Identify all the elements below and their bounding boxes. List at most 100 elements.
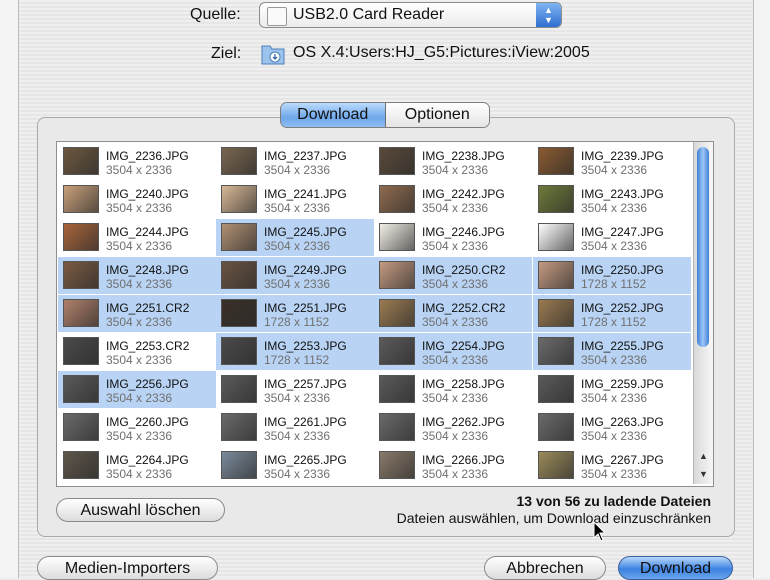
- file-thumbnail: [63, 261, 99, 289]
- file-item[interactable]: IMG_2243.JPG 3504 x 2336: [533, 181, 691, 218]
- file-name: IMG_2258.JPG: [422, 377, 505, 391]
- file-name: IMG_2236.JPG: [106, 149, 189, 163]
- file-thumbnail: [63, 223, 99, 251]
- file-name: IMG_2253.CR2: [106, 339, 190, 353]
- file-name: IMG_2239.JPG: [581, 149, 664, 163]
- file-dimensions: 3504 x 2336: [422, 163, 489, 177]
- file-item[interactable]: IMG_2242.JPG 3504 x 2336: [374, 181, 532, 218]
- file-dimensions: 1728 x 1152: [581, 277, 647, 291]
- file-thumbnail: [221, 185, 257, 213]
- file-thumbnail: [63, 299, 99, 327]
- file-item[interactable]: IMG_2248.JPG 3504 x 2336: [58, 257, 216, 294]
- file-item[interactable]: IMG_2250.CR2 3504 x 2336: [374, 257, 532, 294]
- file-item[interactable]: IMG_2258.JPG 3504 x 2336: [374, 371, 532, 408]
- download-button[interactable]: Download: [618, 556, 733, 580]
- file-count-status: 13 von 56 zu ladende Dateien: [516, 493, 711, 509]
- file-item[interactable]: IMG_2244.JPG 3504 x 2336: [58, 219, 216, 256]
- file-item[interactable]: IMG_2265.JPG 3504 x 2336: [216, 447, 374, 484]
- file-item[interactable]: IMG_2261.JPG 3504 x 2336: [216, 409, 374, 446]
- file-dimensions: 3504 x 2336: [581, 467, 648, 481]
- vertical-scrollbar[interactable]: ▲ ▼: [693, 142, 713, 484]
- file-item[interactable]: IMG_2253.JPG 1728 x 1152: [216, 333, 374, 370]
- file-dimensions: 3504 x 2336: [422, 277, 489, 291]
- file-item[interactable]: IMG_2245.JPG 3504 x 2336: [216, 219, 374, 256]
- scroll-down-arrow-icon[interactable]: ▼: [694, 466, 713, 482]
- file-dimensions: 3504 x 2336: [422, 353, 489, 367]
- tab-options[interactable]: Optionen: [385, 103, 489, 127]
- file-name: IMG_2248.JPG: [106, 263, 189, 277]
- scrollbar-thumb[interactable]: [697, 147, 709, 347]
- file-name: IMG_2238.JPG: [422, 149, 505, 163]
- file-item[interactable]: IMG_2267.JPG 3504 x 2336: [533, 447, 691, 484]
- file-name: IMG_2254.JPG: [422, 339, 505, 353]
- file-name: IMG_2252.JPG: [581, 301, 664, 315]
- file-name: IMG_2266.JPG: [422, 453, 505, 467]
- file-item[interactable]: IMG_2263.JPG 3504 x 2336: [533, 409, 691, 446]
- file-dimensions: 3504 x 2336: [422, 239, 489, 253]
- file-item[interactable]: IMG_2241.JPG 3504 x 2336: [216, 181, 374, 218]
- tab-control: Download Optionen: [280, 102, 490, 128]
- file-item[interactable]: IMG_2251.JPG 1728 x 1152: [216, 295, 374, 332]
- file-thumbnail: [379, 185, 415, 213]
- file-thumbnail: [221, 375, 257, 403]
- clear-selection-button[interactable]: Auswahl löschen: [56, 498, 225, 522]
- file-dimensions: 3504 x 2336: [264, 239, 331, 253]
- file-item[interactable]: IMG_2254.JPG 3504 x 2336: [374, 333, 532, 370]
- file-thumbnail: [63, 185, 99, 213]
- file-item[interactable]: IMG_2256.JPG 3504 x 2336: [58, 371, 216, 408]
- file-thumbnail: [379, 375, 415, 403]
- file-thumbnail: [379, 413, 415, 441]
- file-dimensions: 1728 x 1152: [264, 353, 330, 367]
- file-item[interactable]: IMG_2238.JPG 3504 x 2336: [374, 143, 532, 180]
- file-thumbnail: [63, 147, 99, 175]
- file-item[interactable]: IMG_2259.JPG 3504 x 2336: [533, 371, 691, 408]
- file-name: IMG_2260.JPG: [106, 415, 189, 429]
- file-item[interactable]: IMG_2239.JPG 3504 x 2336: [533, 143, 691, 180]
- file-item[interactable]: IMG_2236.JPG 3504 x 2336: [58, 143, 216, 180]
- tab-download[interactable]: Download: [281, 103, 386, 127]
- file-item[interactable]: IMG_2255.JPG 3504 x 2336: [533, 333, 691, 370]
- file-thumbnail: [221, 261, 257, 289]
- file-item[interactable]: IMG_2247.JPG 3504 x 2336: [533, 219, 691, 256]
- file-item[interactable]: IMG_2264.JPG 3504 x 2336: [58, 447, 216, 484]
- file-thumbnail: [538, 413, 574, 441]
- source-popup[interactable]: USB2.0 Card Reader ▲ ▼: [259, 2, 562, 28]
- file-name: IMG_2259.JPG: [581, 377, 664, 391]
- file-item[interactable]: IMG_2266.JPG 3504 x 2336: [374, 447, 532, 484]
- file-thumbnail: [538, 147, 574, 175]
- file-thumbnail: [538, 451, 574, 479]
- file-item[interactable]: IMG_2262.JPG 3504 x 2336: [374, 409, 532, 446]
- file-name: IMG_2247.JPG: [581, 225, 664, 239]
- destination-path[interactable]: OS X.4:Users:HJ_G5:Pictures:iView:2005: [293, 44, 590, 62]
- file-name: IMG_2252.CR2: [422, 301, 506, 315]
- file-name: IMG_2246.JPG: [422, 225, 505, 239]
- file-name: IMG_2263.JPG: [581, 415, 664, 429]
- drive-icon: [267, 7, 287, 26]
- file-item[interactable]: IMG_2251.CR2 3504 x 2336: [58, 295, 216, 332]
- file-thumbnail: [379, 223, 415, 251]
- file-thumbnail: [63, 451, 99, 479]
- folder-icon[interactable]: [260, 40, 286, 66]
- file-thumbnail: [379, 451, 415, 479]
- media-importers-button[interactable]: Medien-Importers: [37, 556, 218, 580]
- file-thumbnail: [379, 261, 415, 289]
- file-thumbnail: [221, 223, 257, 251]
- file-thumbnail: [221, 147, 257, 175]
- file-item[interactable]: IMG_2252.JPG 1728 x 1152: [533, 295, 691, 332]
- file-item[interactable]: IMG_2249.JPG 3504 x 2336: [216, 257, 374, 294]
- file-name: IMG_2257.JPG: [264, 377, 347, 391]
- cancel-button[interactable]: Abbrechen: [484, 556, 606, 580]
- file-thumbnail: [538, 299, 574, 327]
- file-item[interactable]: IMG_2260.JPG 3504 x 2336: [58, 409, 216, 446]
- file-item[interactable]: IMG_2250.JPG 1728 x 1152: [533, 257, 691, 294]
- file-item[interactable]: IMG_2240.JPG 3504 x 2336: [58, 181, 216, 218]
- file-item[interactable]: IMG_2246.JPG 3504 x 2336: [374, 219, 532, 256]
- file-item[interactable]: IMG_2253.CR2 3504 x 2336: [58, 333, 216, 370]
- file-item[interactable]: IMG_2237.JPG 3504 x 2336: [216, 143, 374, 180]
- file-thumbnail: [538, 261, 574, 289]
- file-item[interactable]: IMG_2257.JPG 3504 x 2336: [216, 371, 374, 408]
- file-dimensions: 3504 x 2336: [264, 429, 331, 443]
- file-item[interactable]: IMG_2252.CR2 3504 x 2336: [374, 295, 532, 332]
- scroll-up-arrow-icon[interactable]: ▲: [694, 448, 713, 464]
- file-name: IMG_2244.JPG: [106, 225, 189, 239]
